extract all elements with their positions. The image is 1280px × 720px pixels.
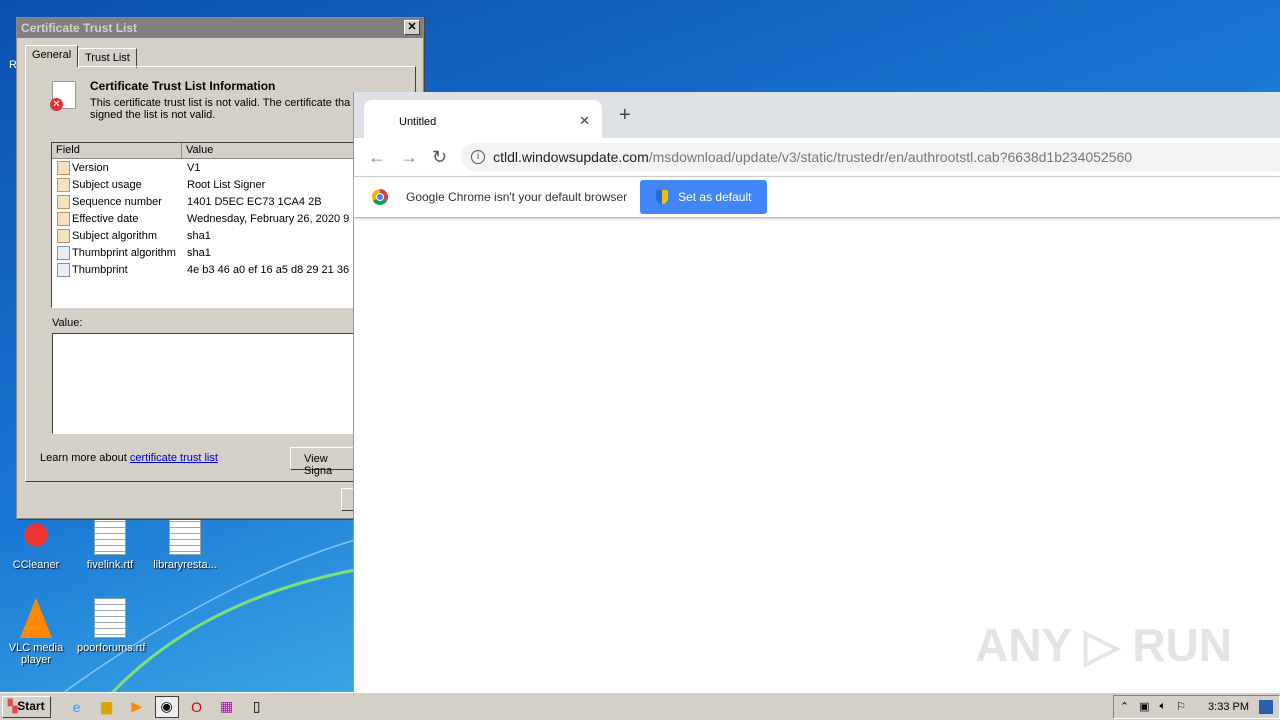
explorer-icon[interactable]: ▆	[95, 696, 119, 718]
windows-logo-icon: ▚	[8, 698, 18, 713]
dialog-title-bar: Certificate Trust List ✕	[17, 18, 423, 38]
show-hidden-icons[interactable]: ⌃	[1120, 700, 1129, 713]
list-item[interactable]: Version V1	[52, 159, 370, 176]
field-icon	[57, 177, 70, 192]
list-item[interactable]: Sequence number 1401 D5EC EC73 1CA4 2B	[52, 193, 370, 210]
set-as-default-button[interactable]: Set as default	[640, 180, 768, 214]
field-icon	[57, 194, 70, 209]
new-tab-button[interactable]: +	[619, 104, 631, 127]
list-item[interactable]: Thumbprint algorithm sha1	[52, 244, 370, 261]
tab-trust-list[interactable]: Trust List	[78, 48, 137, 68]
certificate-trust-list-link[interactable]: certificate trust list	[130, 452, 218, 464]
tab-strip: Untitled ✕ +	[354, 92, 1280, 138]
opera-icon[interactable]: O	[185, 696, 209, 718]
invalid-certificate-icon: ✕	[50, 81, 76, 111]
info-icon[interactable]: i	[471, 150, 486, 164]
reload-icon[interactable]: ↻	[432, 147, 447, 168]
value-textbox[interactable]	[52, 333, 372, 434]
ie-icon[interactable]: e	[65, 696, 89, 718]
wallpaper-swoosh	[59, 539, 356, 695]
list-item[interactable]: Subject algorithm sha1	[52, 227, 370, 244]
value-label: Value:	[52, 317, 83, 329]
back-icon[interactable]: ←	[368, 147, 386, 168]
chrome-window: Untitled ✕ + ← → ↻ i ctldl.windowsupdate.com…	[353, 92, 1280, 692]
toolbar: ← → ↻ i ctldl.windowsupdate.com/msdownload/…	[354, 138, 1280, 176]
taskbar: ▚Start e ▆ ▶ ◉ O ▦ ▯ ⌃ ▣ 🔈︎ ⚐ 3:33 PM	[0, 692, 1280, 720]
volume-icon[interactable]: 🔈︎	[1160, 700, 1167, 713]
tab-close-icon[interactable]: ✕	[579, 113, 590, 129]
notepad-icon[interactable]: ▯	[245, 696, 269, 718]
chrome-taskbar-icon[interactable]: ◉	[154, 695, 179, 718]
action-center-flag-icon[interactable]: ⚐	[1176, 700, 1186, 713]
column-header-field[interactable]: Field	[52, 143, 182, 158]
show-desktop-icon[interactable]	[1259, 699, 1273, 714]
field-icon	[57, 262, 70, 277]
system-tray: ⌃ ▣ 🔈︎ ⚐ 3:33 PM	[1112, 694, 1280, 719]
winrar-icon[interactable]: ▦	[215, 696, 239, 718]
column-header-value[interactable]: Value	[182, 143, 370, 158]
start-button[interactable]: ▚Start	[2, 695, 51, 718]
clock[interactable]: 3:33 PM	[1208, 701, 1249, 713]
browser-tab[interactable]: Untitled ✕	[364, 100, 602, 138]
info-text: This certificate trust list is not valid…	[90, 97, 351, 121]
network-icon[interactable]: ▣	[1139, 700, 1149, 713]
close-button[interactable]: ✕	[404, 20, 420, 35]
info-title: Certificate Trust List Information	[90, 79, 276, 93]
forward-icon[interactable]: →	[400, 147, 418, 168]
default-browser-infobar: Google Chrome isn't your default browser…	[354, 176, 1280, 218]
list-item[interactable]: Subject usage Root List Signer	[52, 176, 370, 193]
fields-list[interactable]: Field Value Version V1 Subject usage Root Li…	[51, 142, 371, 308]
field-icon	[57, 211, 70, 226]
shield-icon	[656, 190, 669, 204]
address-bar[interactable]: i ctldl.windowsupdate.com/msdownload/upda…	[461, 143, 1280, 171]
field-icon	[57, 228, 70, 243]
field-icon	[57, 160, 70, 175]
field-icon	[57, 245, 70, 260]
list-item[interactable]: Effective date Wednesday, February 26, 20…	[52, 210, 370, 227]
chrome-logo-icon	[372, 189, 388, 205]
tab-general[interactable]: General	[25, 45, 79, 67]
watermark: ANY ▷ RUN	[975, 619, 1232, 671]
media-player-icon[interactable]: ▶	[125, 696, 149, 718]
list-item[interactable]: Thumbprint 4e b3 46 a0 ef 16 a5 d8 29 21 …	[52, 261, 370, 278]
learn-more-text: Learn more about certificate trust list	[40, 452, 218, 464]
